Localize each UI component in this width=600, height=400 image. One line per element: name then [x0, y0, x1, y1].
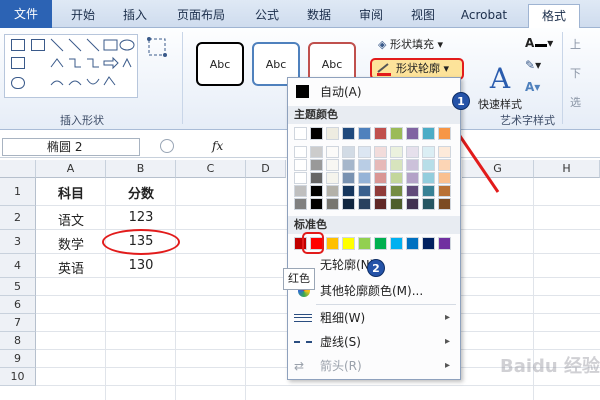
standard-color-swatch[interactable]	[422, 237, 435, 250]
theme-shade-swatch[interactable]	[326, 198, 339, 210]
shape-outline-dropdown: 自动(A) 主题颜色 标准色 无轮廓(N) 其他轮廓颜色(M)... 粗细(W)…	[287, 77, 461, 380]
theme-shade-swatch[interactable]	[374, 198, 387, 210]
arrows-icon: ⇄	[294, 359, 305, 373]
theme-shade-swatch[interactable]	[374, 172, 387, 184]
theme-shade-swatch[interactable]	[406, 172, 419, 184]
theme-colors-heading: 主题颜色	[288, 106, 460, 124]
theme-shade-swatch[interactable]	[294, 146, 307, 158]
theme-shade-swatch[interactable]	[326, 172, 339, 184]
line-weight-icon	[294, 314, 312, 315]
theme-shade-swatch[interactable]	[358, 198, 371, 210]
theme-shade-swatch[interactable]	[406, 146, 419, 158]
theme-shade-swatch[interactable]	[390, 198, 403, 210]
automatic-swatch	[296, 85, 309, 98]
theme-shade-swatch[interactable]	[294, 185, 307, 197]
theme-shade-swatch[interactable]	[438, 172, 451, 184]
step-badge-2: 2	[367, 259, 385, 277]
standard-color-swatch[interactable]	[374, 237, 387, 250]
theme-color-swatch[interactable]	[390, 127, 403, 140]
theme-shade-swatch[interactable]	[438, 146, 451, 158]
theme-shade-swatch[interactable]	[422, 159, 435, 171]
theme-shade-swatch[interactable]	[326, 159, 339, 171]
theme-shade-swatch[interactable]	[342, 172, 355, 184]
standard-color-swatch[interactable]	[390, 237, 403, 250]
selected-red-highlight	[302, 232, 324, 254]
theme-shade-swatch[interactable]	[342, 185, 355, 197]
theme-shade-swatch[interactable]	[422, 172, 435, 184]
theme-color-swatch[interactable]	[342, 127, 355, 140]
theme-shade-swatch[interactable]	[310, 159, 323, 171]
theme-shade-swatch[interactable]	[390, 172, 403, 184]
theme-color-swatch[interactable]	[358, 127, 371, 140]
theme-shade-swatch[interactable]	[422, 198, 435, 210]
theme-shade-swatch[interactable]	[294, 172, 307, 184]
theme-shade-swatch[interactable]	[358, 185, 371, 197]
theme-shade-swatch[interactable]	[342, 146, 355, 158]
standard-color-swatch[interactable]	[326, 237, 339, 250]
theme-shade-swatch[interactable]	[326, 185, 339, 197]
theme-shade-swatch[interactable]	[342, 198, 355, 210]
theme-color-swatch[interactable]	[438, 127, 451, 140]
menu-item-no-outline-label: 无轮廓(N)	[320, 258, 375, 272]
theme-shade-swatch[interactable]	[374, 159, 387, 171]
theme-shade-swatch[interactable]	[342, 159, 355, 171]
menu-item-weight-label: 粗细(W)	[320, 311, 366, 325]
menu-item-dashes-label: 虚线(S)	[320, 335, 361, 349]
theme-shade-swatch[interactable]	[422, 146, 435, 158]
theme-shade-swatch[interactable]	[390, 146, 403, 158]
theme-color-swatch[interactable]	[326, 127, 339, 140]
menu-item-more-colors-label: 其他轮廓颜色(M)...	[320, 284, 424, 298]
watermark: Baidu 经验	[500, 356, 600, 377]
theme-shade-swatch[interactable]	[294, 198, 307, 210]
theme-color-swatch[interactable]	[294, 127, 307, 140]
chevron-right-icon: ▸	[444, 336, 450, 347]
menu-separator	[316, 304, 456, 305]
menu-item-arrows[interactable]: ⇄ 箭头(R) ▸	[288, 355, 460, 377]
theme-shade-swatch[interactable]	[438, 159, 451, 171]
theme-shade-swatch[interactable]	[310, 185, 323, 197]
menu-item-automatic-label: 自动(A)	[320, 85, 362, 99]
theme-color-swatch[interactable]	[310, 127, 323, 140]
menu-item-weight[interactable]: 粗细(W) ▸	[288, 307, 460, 329]
theme-shade-swatch[interactable]	[438, 198, 451, 210]
chevron-right-icon: ▸	[444, 360, 450, 371]
standard-color-swatch[interactable]	[406, 237, 419, 250]
theme-shade-swatch[interactable]	[310, 198, 323, 210]
chevron-right-icon: ▸	[444, 312, 450, 323]
menu-item-automatic[interactable]: 自动(A)	[288, 81, 460, 103]
standard-color-swatch[interactable]	[358, 237, 371, 250]
theme-shade-swatch[interactable]	[422, 185, 435, 197]
color-tooltip: 红色	[283, 268, 315, 290]
theme-color-swatch[interactable]	[406, 127, 419, 140]
theme-shade-swatch[interactable]	[310, 172, 323, 184]
theme-shade-swatch[interactable]	[326, 146, 339, 158]
theme-shade-swatch[interactable]	[406, 159, 419, 171]
theme-color-swatch[interactable]	[422, 127, 435, 140]
theme-shade-swatch[interactable]	[390, 159, 403, 171]
theme-shade-swatch[interactable]	[358, 172, 371, 184]
standard-color-swatch[interactable]	[438, 237, 451, 250]
menu-item-dashes[interactable]: 虚线(S) ▸	[288, 331, 460, 353]
theme-shade-swatch[interactable]	[294, 159, 307, 171]
theme-shade-swatch[interactable]	[406, 185, 419, 197]
theme-shade-swatch[interactable]	[374, 146, 387, 158]
theme-shade-swatch[interactable]	[310, 146, 323, 158]
theme-shade-swatch[interactable]	[438, 185, 451, 197]
theme-shade-swatch[interactable]	[358, 159, 371, 171]
theme-shade-swatch[interactable]	[390, 185, 403, 197]
standard-color-swatch[interactable]	[342, 237, 355, 250]
theme-shade-swatch[interactable]	[358, 146, 371, 158]
step-badge-1: 1	[452, 92, 470, 110]
theme-color-swatch[interactable]	[374, 127, 387, 140]
menu-item-arrows-label: 箭头(R)	[320, 359, 362, 373]
theme-shade-swatch[interactable]	[374, 185, 387, 197]
dash-line-icon	[294, 341, 312, 343]
theme-shade-swatch[interactable]	[406, 198, 419, 210]
